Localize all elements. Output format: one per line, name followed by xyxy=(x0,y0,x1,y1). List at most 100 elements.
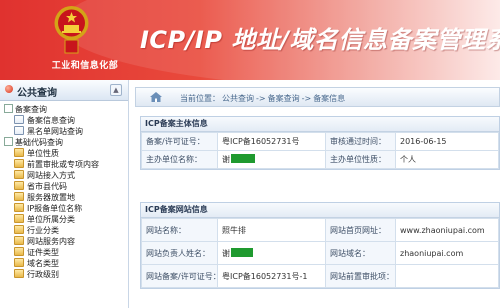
folder-icon xyxy=(14,214,24,223)
website-info-panel: ICP备案网站信息 网站名称： 照牛排 网站首页网址： www.zhaoniup… xyxy=(140,202,500,289)
sidebar-header: 公共查询 ▲ xyxy=(0,80,128,101)
sidebar-item-label: 服务器放置地 xyxy=(27,193,75,202)
homepage-value[interactable]: www.zhaoniupai.com xyxy=(395,218,499,242)
table-row: 网站备案/许可证号： 粤ICP备16052731号-1 网站前置审批项： xyxy=(141,264,499,288)
sidebar-dot-icon xyxy=(5,85,13,93)
ministry-name: 工业和信息化部 xyxy=(51,61,119,71)
system-title: ICP/IP 地址/域名信息备案管理系统 xyxy=(140,26,500,54)
sidebar-item-label: 备案信息查询 xyxy=(27,116,75,125)
sidebar-item-record-info[interactable]: 备案信息查询 xyxy=(0,115,128,126)
website-info-table: 网站名称： 照牛排 网站首页网址： www.zhaoniupai.com 网站负… xyxy=(141,218,499,288)
owner-value: 谢 xyxy=(222,248,230,258)
sidebar-item-server-location[interactable]: 服务器放置地 xyxy=(0,192,128,203)
site-license-value: 粤ICP备16052731号-1 xyxy=(217,264,326,288)
folder-icon xyxy=(14,159,24,168)
main-content: 当前位置： 公共查询 -> 备案查询 -> 备案信息 ICP备案主体信息 备案/许可证号：… xyxy=(129,80,500,308)
approval-date-label: 审核通过时间： xyxy=(325,132,396,151)
folder-icon xyxy=(14,181,24,190)
sidebar-item-label: 行政级别 xyxy=(27,270,59,279)
org-name-cell: 谢 xyxy=(217,150,326,169)
sidebar-item-industry[interactable]: 行业分类 xyxy=(0,225,128,236)
home-icon[interactable] xyxy=(150,92,162,102)
sidebar-item-label: 域名类型 xyxy=(27,259,59,268)
sidebar-item-label: 网站服务内容 xyxy=(27,237,75,246)
sidebar-item-pre-approval[interactable]: 前置审批或专项内容 xyxy=(0,159,128,170)
sidebar-item-label: 证件类型 xyxy=(27,248,59,257)
owner-label: 网站负责人姓名： xyxy=(141,241,218,265)
approval-date-value: 2016-06-15 xyxy=(395,132,499,151)
license-value: 粤ICP备16052731号 xyxy=(217,132,326,151)
sidebar-item-label: 行业分类 xyxy=(27,226,59,235)
sidebar-item-label: 黑名单网站查询 xyxy=(27,127,83,136)
sidebar-item-label: 单位性质 xyxy=(27,149,59,158)
folder-icon xyxy=(14,269,24,278)
sidebar-item-service-content[interactable]: 网站服务内容 xyxy=(0,236,128,247)
sidebar-item-label: 省市县代码 xyxy=(27,182,67,191)
breadcrumb: 当前位置： 公共查询 -> 备案查询 -> 备案信息 xyxy=(135,87,500,107)
org-nature-value: 个人 xyxy=(395,150,499,169)
document-icon xyxy=(14,115,24,124)
table-row: 网站负责人姓名： 谢 网站域名： zhaoniupai.com xyxy=(141,241,499,265)
redaction-mask xyxy=(231,154,255,163)
document-icon xyxy=(14,126,24,135)
sidebar-item-admin-level[interactable]: 行政级别 xyxy=(0,269,128,280)
org-name-label: 主办单位名称： xyxy=(141,150,218,169)
redaction-mask xyxy=(231,247,253,257)
sidebar-tree: 备案查询 备案信息查询 黑名单网站查询 基础代码查询 单位性质 前置审批或专项内… xyxy=(0,101,128,280)
site-license-label: 网站备案/许可证号： xyxy=(141,264,218,288)
folder-icon xyxy=(14,247,24,256)
breadcrumb-separator: -> xyxy=(256,94,266,103)
tree-group-label: 备案查询 xyxy=(15,105,47,114)
folder-icon xyxy=(14,170,24,179)
table-row: 主办单位名称： 谢 主办单位性质： 个人 xyxy=(141,150,499,169)
table-row: 网站名称： 照牛排 网站首页网址： www.zhaoniupai.com xyxy=(141,218,499,242)
tree-toggle-icon[interactable] xyxy=(4,104,13,113)
sidebar-item-label: 单位所属分类 xyxy=(27,215,75,224)
sidebar-item-id-type[interactable]: 证件类型 xyxy=(0,247,128,258)
sidebar: 公共查询 ▲ 备案查询 备案信息查询 黑名单网站查询 基础代码查询 单位性质 前… xyxy=(0,80,129,308)
sidebar-item-unit-nature[interactable]: 单位性质 xyxy=(0,148,128,159)
sidebar-item-domain-type[interactable]: 域名类型 xyxy=(0,258,128,269)
header-banner: 工业和信息化部 ICP/IP 地址/域名信息备案管理系统 xyxy=(0,0,500,80)
tree-group-record-query[interactable]: 备案查询 xyxy=(0,104,128,115)
panel-title: ICP备案主体信息 xyxy=(141,117,499,132)
sidebar-item-access-method[interactable]: 网站接入方式 xyxy=(0,170,128,181)
folder-icon xyxy=(14,258,24,267)
breadcrumb-item[interactable]: 公共查询 xyxy=(222,94,254,103)
sidebar-item-unit-category[interactable]: 单位所属分类 xyxy=(0,214,128,225)
breadcrumb-text: 当前位置： 公共查询 -> 备案查询 -> 备案信息 xyxy=(180,93,347,104)
domain-label: 网站域名： xyxy=(325,241,396,265)
sidebar-item-blacklist[interactable]: 黑名单网站查询 xyxy=(0,126,128,137)
pre-approval-value xyxy=(395,264,499,288)
tree-group-basic-codes[interactable]: 基础代码查询 xyxy=(0,137,128,148)
table-row: 备案/许可证号： 粤ICP备16052731号 审核通过时间： 2016-06-… xyxy=(141,132,499,151)
subject-info-panel: ICP备案主体信息 备案/许可证号： 粤ICP备16052731号 审核通过时间… xyxy=(140,116,500,170)
site-name-value: 照牛排 xyxy=(217,218,326,242)
panel-title: ICP备案网站信息 xyxy=(141,203,499,218)
sidebar-item-label: 网站接入方式 xyxy=(27,171,75,180)
org-name-value: 谢 xyxy=(222,155,230,164)
sidebar-item-ip-unit[interactable]: IP报备单位名称 xyxy=(0,203,128,214)
owner-cell: 谢 xyxy=(217,241,326,265)
breadcrumb-item[interactable]: 备案查询 xyxy=(268,94,300,103)
site-name-label: 网站名称： xyxy=(141,218,218,242)
folder-icon xyxy=(14,225,24,234)
domain-value: zhaoniupai.com xyxy=(395,241,499,265)
sidebar-item-region-code[interactable]: 省市县代码 xyxy=(0,181,128,192)
pre-approval-label: 网站前置审批项： xyxy=(325,264,396,288)
folder-icon xyxy=(14,192,24,201)
folder-icon xyxy=(14,203,24,212)
sidebar-item-label: 前置审批或专项内容 xyxy=(27,160,99,169)
tree-toggle-icon[interactable] xyxy=(4,137,13,146)
national-emblem-icon xyxy=(54,6,89,54)
breadcrumb-separator: -> xyxy=(301,94,312,103)
sidebar-title: 公共查询 xyxy=(17,88,57,99)
org-nature-label: 主办单位性质： xyxy=(325,150,396,169)
folder-icon xyxy=(14,148,24,157)
breadcrumb-item: 备案信息 xyxy=(313,94,346,103)
homepage-label: 网站首页网址： xyxy=(325,218,396,242)
subject-info-table: 备案/许可证号： 粤ICP备16052731号 审核通过时间： 2016-06-… xyxy=(141,132,499,169)
sidebar-item-label: IP报备单位名称 xyxy=(27,204,83,213)
collapse-icon[interactable]: ▲ xyxy=(110,84,122,96)
folder-icon xyxy=(14,236,24,245)
